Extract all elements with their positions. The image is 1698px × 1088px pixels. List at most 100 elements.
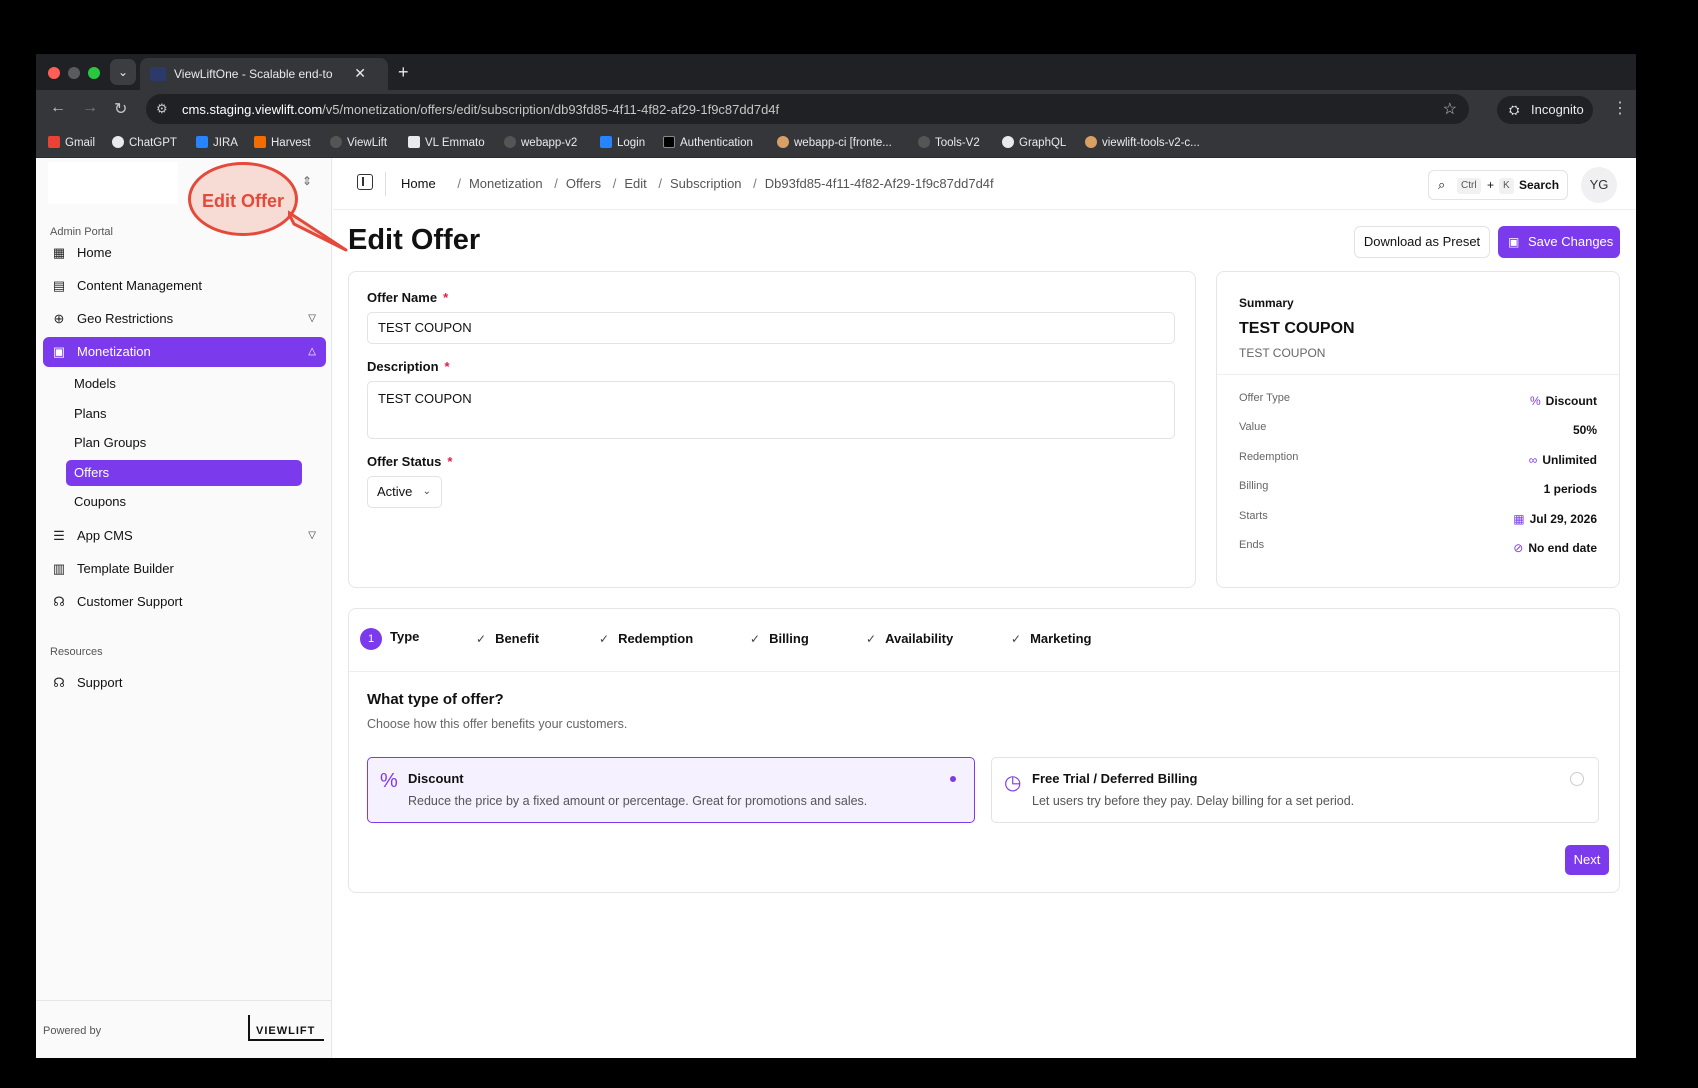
- bookmark-label: webapp-ci [fronte...: [794, 137, 892, 149]
- sidebar-item-app-cms[interactable]: ☰ App CMS ▽: [43, 521, 326, 551]
- download-preset-button[interactable]: Download as Preset: [1354, 226, 1490, 258]
- summary-key: Offer Type: [1239, 392, 1290, 404]
- new-tab-plus-icon[interactable]: +: [398, 62, 409, 83]
- jenkins-icon: [1085, 136, 1097, 148]
- option-radio[interactable]: [946, 772, 960, 786]
- bookmark-jira[interactable]: JIRA: [196, 136, 238, 149]
- bookmark-graphql[interactable]: GraphQL: [1002, 136, 1066, 149]
- viewlift-logo: VIEWLIFT: [248, 1015, 324, 1041]
- sidebar-item-label: Template Builder: [77, 561, 174, 576]
- step-label: Type: [390, 629, 420, 644]
- sidebar-item-home[interactable]: ▦ Home: [43, 238, 326, 268]
- option-title: Free Trial / Deferred Billing: [1032, 771, 1198, 786]
- sidebar-subitem-coupons[interactable]: Coupons: [66, 489, 302, 515]
- step-redemption[interactable]: ✓ Redemption: [599, 631, 693, 646]
- sidebar-item-template-builder[interactable]: ▥ Template Builder: [43, 554, 326, 584]
- bookmark-star-icon[interactable]: ☆: [1443, 99, 1457, 119]
- powered-by-text: Powered by: [43, 1025, 102, 1037]
- reload-icon[interactable]: ↻: [114, 99, 127, 119]
- org-logo: [48, 162, 178, 204]
- bookmark-harvest[interactable]: Harvest: [254, 136, 311, 149]
- offer-status-select[interactable]: Active ⌄: [367, 476, 442, 508]
- browser-tab[interactable]: ViewLiftOne - Scalable end-to ✕: [140, 58, 388, 90]
- save-changes-button[interactable]: ▣ Save Changes: [1498, 226, 1620, 258]
- sidebar-item-customer-support[interactable]: ☊ Customer Support: [43, 587, 326, 617]
- offer-type-option-discount[interactable]: % Discount Reduce the price by a fixed a…: [367, 757, 975, 823]
- bookmark-chatgpt[interactable]: ChatGPT: [112, 136, 177, 149]
- breadcrumb-separator: /: [554, 176, 558, 191]
- summary-value: ⊘ No end date: [1513, 541, 1597, 555]
- step-label: Benefit: [495, 631, 540, 646]
- bookmark-label: Login: [617, 137, 646, 149]
- gmail-icon: [48, 136, 60, 148]
- bookmark-label: Gmail: [65, 137, 96, 149]
- bookmark-viewlift[interactable]: ViewLift: [330, 136, 387, 149]
- forward-arrow-icon[interactable]: →: [82, 99, 98, 117]
- summary-divider: [1217, 374, 1619, 375]
- step-marketing[interactable]: ✓ Marketing: [1011, 631, 1091, 646]
- breadcrumb-monetization[interactable]: Monetization: [469, 176, 543, 191]
- offer-type-subtitle: Choose how this offer benefits your cust…: [367, 717, 628, 731]
- step-type[interactable]: 1 Type: [360, 628, 419, 650]
- sidebar-subitem-models[interactable]: Models: [66, 371, 302, 397]
- step-label: Redemption: [618, 631, 694, 646]
- breadcrumb-subscription[interactable]: Subscription: [670, 176, 742, 191]
- back-arrow-icon[interactable]: ←: [50, 99, 66, 117]
- zoom-window-button[interactable]: [88, 67, 100, 79]
- bookmark-webapp-v2[interactable]: webapp-v2: [504, 136, 577, 149]
- sidebar-subitem-plan-groups[interactable]: Plan Groups: [66, 430, 302, 456]
- check-icon: ✓: [599, 632, 610, 646]
- offer-name-label: Offer Name *: [367, 290, 448, 305]
- bookmark-authentication[interactable]: Authentication: [663, 136, 753, 149]
- callout-tail: [288, 210, 348, 252]
- bookmarks-bar: Gmail ChatGPT JIRA Harvest ViewLift VL E…: [36, 128, 1636, 158]
- sidebar-subitem-offers[interactable]: Offers: [66, 460, 302, 486]
- step-benefit[interactable]: ✓ Benefit: [476, 631, 539, 646]
- offer-status-label: Offer Status *: [367, 454, 452, 469]
- url-host: cms.staging.viewlift.com: [182, 102, 323, 117]
- option-description: Let users try before they pay. Delay bil…: [1032, 794, 1355, 808]
- bookmark-tools-v2[interactable]: Tools-V2: [918, 136, 980, 149]
- option-description: Reduce the price by a fixed amount or pe…: [408, 794, 868, 808]
- sidebar-subitem-plans[interactable]: Plans: [66, 401, 302, 427]
- option-radio[interactable]: [1570, 772, 1584, 786]
- bookmark-login[interactable]: Login: [600, 136, 645, 149]
- bookmark-webapp-ci[interactable]: webapp-ci [fronte...: [777, 136, 892, 149]
- breadcrumb-edit[interactable]: Edit: [624, 176, 646, 191]
- offer-name-input[interactable]: TEST COUPON: [367, 312, 1175, 344]
- summary-value: 1 periods: [1543, 482, 1597, 496]
- tab-search-chevron-icon[interactable]: ⌄: [110, 59, 136, 85]
- tab-close-icon[interactable]: ✕: [354, 65, 366, 82]
- search-button[interactable]: ⌕ Ctrl + K Search: [1428, 170, 1568, 200]
- sidebar-item-content-management[interactable]: ▤ Content Management: [43, 271, 326, 301]
- breadcrumb-home[interactable]: Home: [401, 176, 436, 191]
- bookmark-vl-emmato[interactable]: VL Emmato: [408, 136, 485, 149]
- offer-type-option-free-trial[interactable]: ◷ Free Trial / Deferred Billing Let user…: [991, 757, 1599, 823]
- bookmark-viewlift-tools[interactable]: viewlift-tools-v2-c...: [1085, 136, 1200, 149]
- bookmark-gmail[interactable]: Gmail: [48, 136, 95, 149]
- site-settings-icon[interactable]: ⚙: [156, 101, 168, 117]
- address-bar[interactable]: ⚙ cms.staging.viewlift.com/v5/monetizati…: [146, 94, 1469, 124]
- sidebar-item-geo-restrictions[interactable]: ⊕ Geo Restrictions ▽: [43, 304, 326, 334]
- step-availability[interactable]: ✓ Availability: [866, 631, 953, 646]
- sidebar-item-support[interactable]: ☊ Support: [43, 668, 326, 698]
- browser-menu-icon[interactable]: ⋮: [1612, 98, 1628, 118]
- incognito-badge[interactable]: ⛭ Incognito: [1497, 96, 1593, 124]
- description-textarea[interactable]: TEST COUPON: [367, 381, 1175, 439]
- bookmark-label: webapp-v2: [521, 137, 578, 149]
- close-window-button[interactable]: [48, 67, 60, 79]
- sidebar-section-admin: Admin Portal: [50, 226, 113, 238]
- breadcrumb-separator: /: [457, 176, 461, 191]
- sidebar-item-monetization[interactable]: ▣ Monetization △: [43, 337, 326, 367]
- org-switcher-icon[interactable]: ⇕: [302, 174, 312, 188]
- avatar[interactable]: YG: [1581, 167, 1617, 203]
- kbd-ctrl: Ctrl: [1457, 178, 1481, 194]
- sidebar-toggle-icon[interactable]: [357, 174, 373, 190]
- next-button[interactable]: Next: [1565, 845, 1609, 875]
- step-billing[interactable]: ✓ Billing: [750, 631, 809, 646]
- breadcrumb-offers[interactable]: Offers: [566, 176, 601, 191]
- sidebar-item-label: Content Management: [77, 278, 203, 293]
- wallet-icon: ▣: [52, 344, 66, 359]
- headset-icon: ☊: [53, 675, 65, 690]
- minimize-window-button[interactable]: [68, 67, 80, 79]
